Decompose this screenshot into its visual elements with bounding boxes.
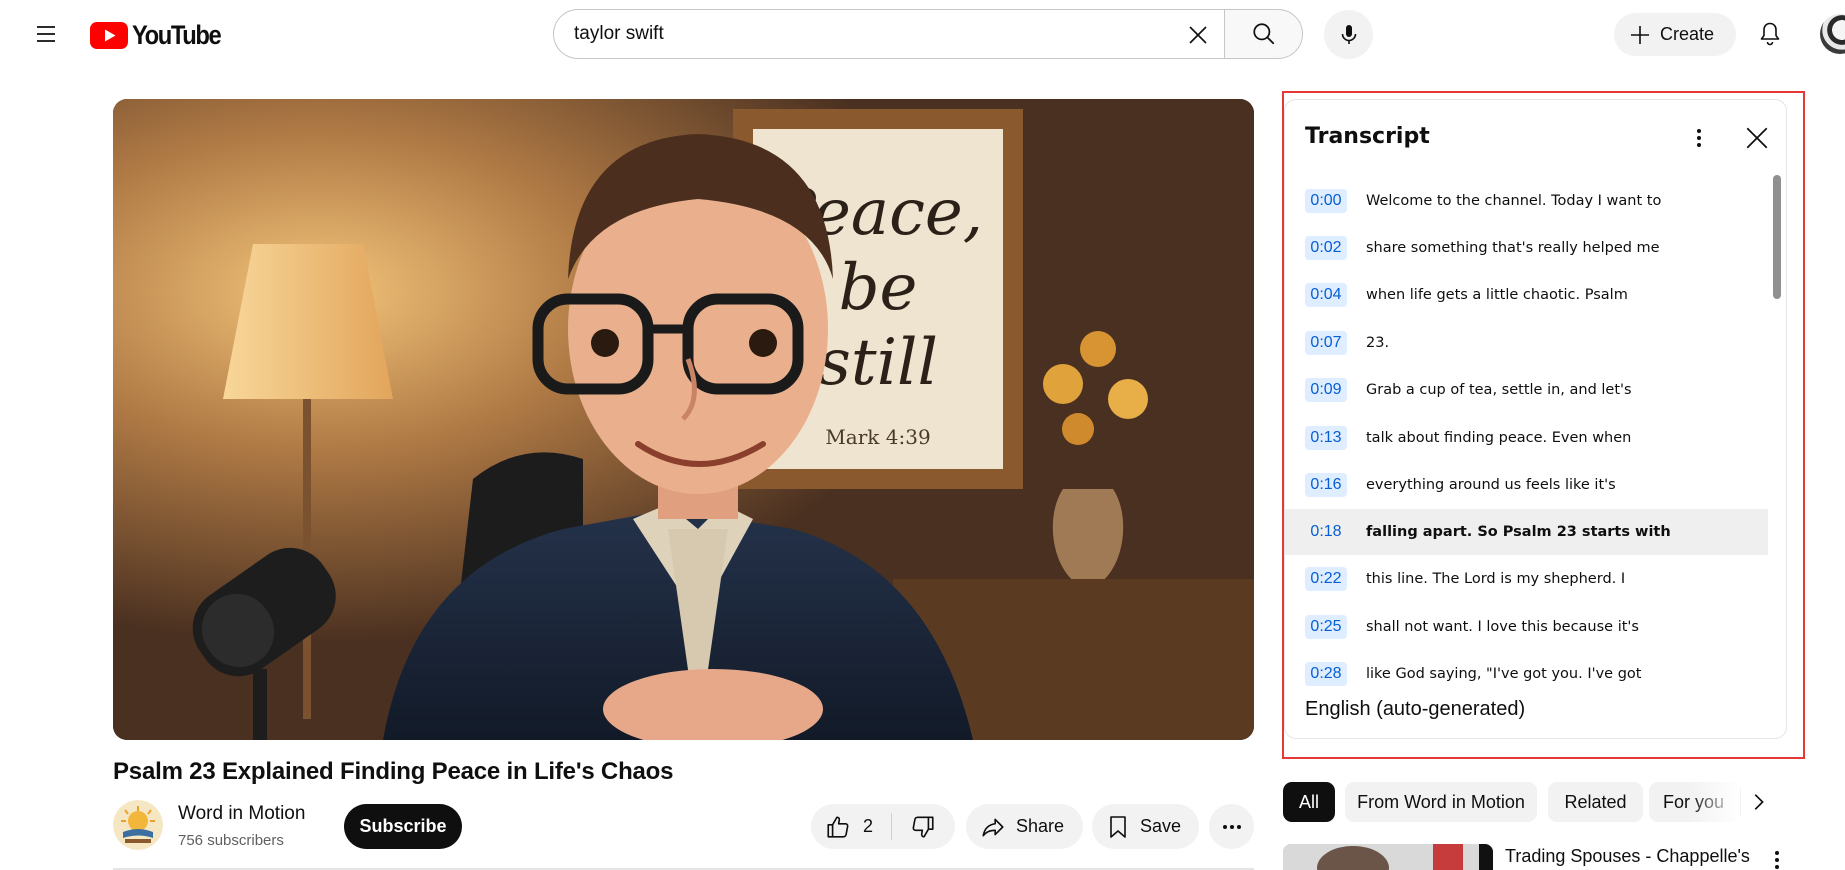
transcript-segment[interactable]: 0:02 share something that's really helpe… xyxy=(1285,225,1768,271)
transcript-segment[interactable]: 0:07 23. xyxy=(1285,320,1768,366)
bell-icon[interactable] xyxy=(1750,14,1790,54)
segment-timestamp[interactable]: 0:04 xyxy=(1305,283,1347,307)
plus-icon xyxy=(1631,25,1649,44)
transcript-segment-list: 0:00 Welcome to the channel. Today I wan… xyxy=(1285,178,1768,688)
youtube-play-icon xyxy=(90,21,128,49)
top-bar: YouTube Create xyxy=(0,0,1845,68)
chip-from-channel[interactable]: From Word in Motion xyxy=(1345,782,1537,822)
voice-search-button[interactable] xyxy=(1324,10,1373,59)
save-button[interactable]: Save xyxy=(1092,804,1199,849)
poster-reference: Mark 4:39 xyxy=(825,425,930,449)
chip-related[interactable]: Related xyxy=(1548,782,1643,822)
share-arrow-icon xyxy=(982,818,1004,836)
transcript-language[interactable]: English (auto-generated) xyxy=(1305,698,1525,721)
chips-fade xyxy=(1690,780,1740,824)
transcript-segment[interactable]: 0:09 Grab a cup of tea, settle in, and l… xyxy=(1285,367,1768,413)
more-vertical-icon[interactable] xyxy=(1679,118,1719,158)
segment-timestamp[interactable]: 0:13 xyxy=(1305,426,1347,450)
hamburger-menu-icon[interactable] xyxy=(26,14,66,54)
thumbs-up-icon xyxy=(827,815,849,838)
segment-text: falling apart. So Psalm 23 starts with xyxy=(1366,524,1671,540)
poster-line: still xyxy=(818,326,938,400)
subscribe-button[interactable]: Subscribe xyxy=(344,804,462,849)
poster-line: be xyxy=(839,251,918,325)
create-button[interactable]: Create xyxy=(1614,13,1736,56)
video-thumbnail-illustration: Peace, be still Mark 4:39 xyxy=(113,99,1254,740)
segment-timestamp[interactable]: 0:02 xyxy=(1305,236,1347,260)
transcript-segment[interactable]: 0:04 when life gets a little chaotic. Ps… xyxy=(1285,272,1768,318)
channel-name[interactable]: Word in Motion xyxy=(178,803,305,825)
search-box xyxy=(553,9,1224,59)
segment-text: shall not want. I love this because it's xyxy=(1366,619,1639,635)
video-title: Psalm 23 Explained Finding Peace in Life… xyxy=(113,758,674,785)
segment-text: Grab a cup of tea, settle in, and let's xyxy=(1366,382,1632,398)
chevron-right-icon[interactable] xyxy=(1738,782,1778,822)
transcript-segment-active[interactable]: 0:18 falling apart. So Psalm 23 starts w… xyxy=(1285,509,1768,555)
segment-timestamp[interactable]: 0:18 xyxy=(1305,520,1347,544)
search-icon xyxy=(1252,23,1274,45)
transcript-header: Transcript xyxy=(1285,100,1786,172)
close-icon[interactable] xyxy=(1737,118,1777,158)
segment-text: this line. The Lord is my shepherd. I xyxy=(1366,571,1626,587)
transcript-segment[interactable]: 0:25 shall not want. I love this because… xyxy=(1285,604,1768,650)
channel-avatar[interactable] xyxy=(113,800,163,850)
like-count: 2 xyxy=(863,816,874,836)
segment-timestamp[interactable]: 0:25 xyxy=(1305,615,1347,639)
logo-text: YouTube xyxy=(132,19,222,50)
like-button[interactable]: 2 xyxy=(811,804,891,849)
transcript-segment[interactable]: 0:13 talk about finding peace. Even when xyxy=(1285,415,1768,461)
more-horizontal-icon[interactable] xyxy=(1209,804,1254,849)
segment-text: Welcome to the channel. Today I want to xyxy=(1366,193,1662,209)
create-label: Create xyxy=(1660,24,1715,44)
search-input[interactable] xyxy=(574,23,1134,45)
save-label: Save xyxy=(1140,816,1182,836)
segment-text: when life gets a little chaotic. Psalm xyxy=(1366,287,1628,303)
recommended-video-title[interactable]: Trading Spouses - Chappelle's xyxy=(1505,846,1750,867)
dislike-button[interactable] xyxy=(892,804,954,849)
account-avatar[interactable] xyxy=(1820,14,1845,54)
segment-timestamp[interactable]: 0:22 xyxy=(1305,567,1347,591)
more-vertical-icon[interactable] xyxy=(1762,848,1792,870)
recommended-video-thumbnail[interactable] xyxy=(1283,844,1493,870)
segment-timestamp[interactable]: 0:07 xyxy=(1305,331,1347,355)
segment-text: 23. xyxy=(1366,335,1390,351)
share-label: Share xyxy=(1016,816,1065,836)
segment-timestamp[interactable]: 0:00 xyxy=(1305,189,1347,213)
segment-text: share something that's really helped me xyxy=(1366,240,1660,256)
transcript-title: Transcript xyxy=(1305,124,1430,149)
segment-timestamp[interactable]: 0:28 xyxy=(1305,662,1347,686)
microphone-icon xyxy=(1341,24,1356,44)
video-player[interactable]: Peace, be still Mark 4:39 xyxy=(113,99,1254,740)
share-button[interactable]: Share xyxy=(966,804,1083,849)
close-icon[interactable] xyxy=(1182,19,1214,51)
segment-text: like God saying, "I've got you. I've got xyxy=(1366,666,1642,682)
transcript-panel: Transcript 0:00 Welcome to the channel. … xyxy=(1284,99,1787,739)
transcript-scrollbar[interactable] xyxy=(1773,175,1781,299)
chip-all[interactable]: All xyxy=(1283,782,1335,822)
segment-text: talk about finding peace. Even when xyxy=(1366,430,1632,446)
segment-timestamp[interactable]: 0:16 xyxy=(1305,473,1347,497)
transcript-segment[interactable]: 0:28 like God saying, "I've got you. I'v… xyxy=(1285,651,1768,697)
subscriber-count: 756 subscribers xyxy=(178,832,284,849)
transcript-segment[interactable]: 0:00 Welcome to the channel. Today I wan… xyxy=(1285,178,1768,224)
thumbs-down-icon xyxy=(912,815,934,838)
transcript-segment[interactable]: 0:16 everything around us feels like it'… xyxy=(1285,462,1768,508)
transcript-segment[interactable]: 0:22 this line. The Lord is my shepherd.… xyxy=(1285,556,1768,602)
search-button[interactable] xyxy=(1224,9,1303,59)
bookmark-icon xyxy=(1110,815,1126,838)
like-dislike-group: 2 xyxy=(811,804,955,849)
youtube-logo[interactable]: YouTube xyxy=(90,20,232,50)
segment-timestamp[interactable]: 0:09 xyxy=(1305,378,1347,402)
segment-text: everything around us feels like it's xyxy=(1366,477,1616,493)
